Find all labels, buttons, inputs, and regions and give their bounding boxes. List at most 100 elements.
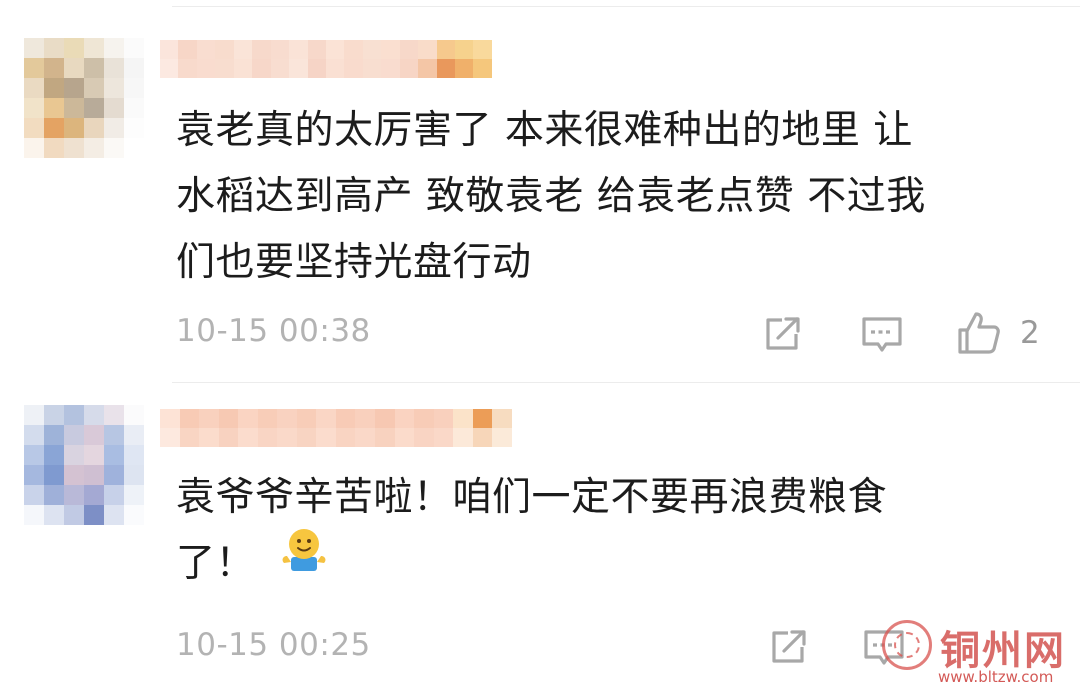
avatar-pixel [24, 58, 44, 78]
username-pixel [178, 40, 197, 59]
avatar-pixel [124, 118, 144, 138]
username-pixel [296, 428, 317, 447]
avatar-pixel [84, 118, 104, 138]
avatar-pixel [84, 485, 104, 505]
avatar-pixel [24, 505, 44, 525]
avatar[interactable] [24, 38, 144, 158]
username-pixel [179, 409, 200, 428]
username-pixel [362, 59, 382, 78]
share-button[interactable] [762, 314, 804, 354]
avatar-pixel [64, 485, 84, 505]
avatar-pixel [24, 38, 44, 58]
username-pixel [453, 409, 473, 428]
comment-time: 10-15 00:38 [176, 313, 371, 349]
username-pixel [160, 40, 179, 59]
username-pixel [289, 40, 308, 59]
username-pixel [316, 409, 336, 428]
comment-text: 袁老真的太厉害了 本来很难种出的地里 让 水稻达到高产 致敬袁老 给袁老点赞 不… [176, 108, 926, 285]
username-pixel [270, 40, 290, 59]
avatar-pixel [124, 98, 144, 118]
like-button[interactable]: 2 [956, 310, 1040, 356]
username-pixel [472, 409, 493, 428]
avatar-pixel [24, 465, 44, 485]
avatar-pixel [124, 445, 144, 465]
avatar-pixel [44, 505, 64, 525]
avatar-pixel [64, 98, 84, 118]
username-obscured[interactable] [160, 40, 492, 78]
username-pixel [277, 409, 297, 428]
username-pixel [414, 409, 434, 428]
avatar-pixel [64, 405, 84, 425]
avatar-pixel [44, 465, 64, 485]
comment-text: 袁爷爷辛苦啦！咱们一定不要再浪费粮食 了！ [176, 465, 1036, 599]
username-pixel [252, 40, 271, 59]
username-pixel [277, 428, 297, 447]
username-pixel [381, 40, 400, 59]
username-pixel [196, 40, 216, 59]
username-pixel [394, 428, 415, 447]
avatar-pixel [24, 138, 44, 158]
username-pixel [492, 428, 512, 447]
username-pixel [316, 428, 336, 447]
avatar-pixel [44, 485, 64, 505]
username-pixel [179, 428, 200, 447]
avatar-pixel [124, 138, 144, 158]
comment-item: 袁爷爷辛苦啦！咱们一定不要再浪费粮食 了！ 10-15 00:25 [0, 383, 1080, 689]
username-pixel [257, 428, 278, 447]
avatar-pixel [84, 98, 104, 118]
avatar-pixel [84, 78, 104, 98]
smiling-face-emoji-icon [279, 526, 329, 593]
username-pixel [218, 428, 239, 447]
avatar-pixel [24, 485, 44, 505]
avatar-pixel [124, 78, 144, 98]
username-pixel [472, 428, 493, 447]
avatar-pixel [44, 38, 64, 58]
reply-icon [862, 317, 902, 352]
username-pixel [238, 428, 258, 447]
avatar-pixel [64, 425, 84, 445]
username-pixel [455, 40, 474, 59]
avatar-pixel [64, 505, 84, 525]
avatar-pixel [124, 58, 144, 78]
avatar-pixel [44, 98, 64, 118]
username-pixel [453, 428, 473, 447]
avatar-pixel [24, 98, 44, 118]
avatar-pixel [24, 405, 44, 425]
avatar-pixel [124, 465, 144, 485]
username-pixel [233, 40, 253, 59]
avatar-pixel [104, 425, 124, 445]
comment-item: 袁老真的太厉害了 本来很难种出的地里 让 水稻达到高产 致敬袁老 给袁老点赞 不… [0, 0, 1080, 382]
avatar-pixel [84, 505, 104, 525]
avatar-pixel [124, 425, 144, 445]
avatar-pixel [84, 38, 104, 58]
username-pixel [233, 59, 253, 78]
username-pixel [344, 40, 363, 59]
username-pixel [238, 409, 258, 428]
avatar-pixel [84, 405, 104, 425]
share-button[interactable] [768, 627, 810, 667]
avatar-pixel [64, 465, 84, 485]
username-pixel [418, 59, 437, 78]
username-pixel [199, 409, 219, 428]
username-pixel [399, 40, 419, 59]
username-pixel [215, 59, 234, 78]
thumbs-up-icon [958, 312, 1000, 354]
avatar-pixel [104, 485, 124, 505]
username-pixel [160, 59, 179, 78]
avatar-pixel [64, 78, 84, 98]
username-obscured[interactable] [160, 409, 512, 447]
avatar[interactable] [24, 405, 144, 525]
username-pixel [335, 428, 356, 447]
avatar-pixel [64, 58, 84, 78]
username-pixel [218, 409, 239, 428]
reply-button[interactable] [862, 627, 906, 669]
reply-button[interactable] [860, 314, 904, 356]
username-pixel [257, 409, 278, 428]
reply-icon [864, 630, 904, 665]
avatar-pixel [104, 58, 124, 78]
username-pixel [325, 40, 345, 59]
username-pixel [215, 40, 234, 59]
avatar-pixel [44, 138, 64, 158]
avatar-pixel [64, 118, 84, 138]
username-pixel [473, 40, 492, 59]
